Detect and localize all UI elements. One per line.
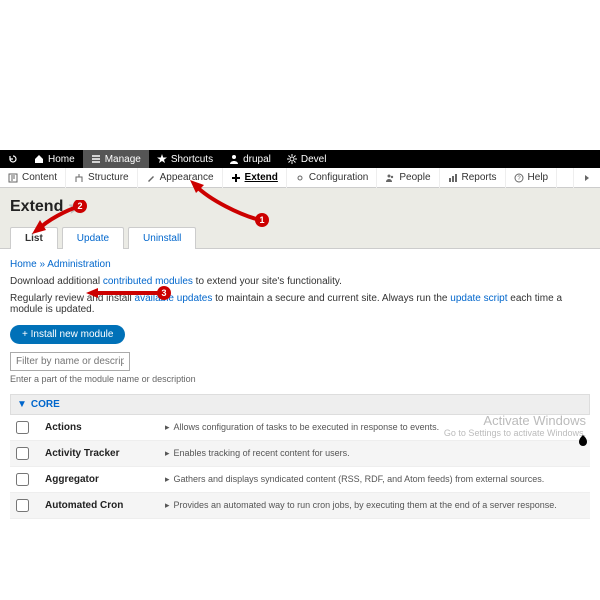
main-content: Home » Administration Download additiona…: [0, 249, 600, 529]
extend-icon: [231, 173, 241, 183]
gear-icon: [287, 154, 297, 164]
desc-2: Regularly review and install available u…: [10, 293, 590, 315]
module-desc: ▸Gathers and displays syndicated content…: [165, 474, 584, 485]
admin-menu: Content Structure Appearance Extend Conf…: [0, 168, 600, 188]
module-desc: ▸Enables tracking of recent content for …: [165, 448, 584, 459]
install-new-module-button[interactable]: + Install new module: [10, 325, 125, 344]
people-icon: [385, 173, 395, 183]
subtab-list[interactable]: List: [10, 227, 58, 249]
help-icon: ?: [514, 173, 524, 183]
tab-help[interactable]: ? Help: [506, 168, 558, 188]
devel-link[interactable]: Devel: [279, 150, 335, 168]
module-name: Aggregator: [45, 474, 155, 485]
module-desc: ▸Provides an automated way to run cron j…: [165, 500, 584, 511]
tab-configuration[interactable]: Configuration: [287, 168, 377, 188]
breadcrumb: Home » Administration: [10, 259, 590, 270]
module-row: Activity Tracker ▸Enables tracking of rec…: [10, 441, 590, 467]
tab-content[interactable]: Content: [0, 168, 66, 188]
contributed-modules-link[interactable]: contributed modules: [103, 276, 193, 287]
windows-watermark: Activate Windows Go to Settings to activ…: [444, 413, 586, 438]
orientation-toggle[interactable]: [573, 168, 600, 188]
tab-appearance[interactable]: Appearance: [138, 168, 223, 188]
reports-icon: [448, 173, 458, 183]
arrow-icon: [582, 173, 592, 183]
home-icon: [34, 154, 44, 164]
module-checkbox[interactable]: [16, 499, 29, 512]
star-icon: [157, 154, 167, 164]
config-icon: [295, 173, 305, 183]
home-link[interactable]: Home: [26, 150, 83, 168]
module-name: Activity Tracker: [45, 448, 155, 459]
user-link[interactable]: drupal: [221, 150, 279, 168]
star-outline-icon[interactable]: [69, 200, 83, 214]
breadcrumb-home[interactable]: Home: [10, 259, 37, 270]
update-script-link[interactable]: update script: [450, 293, 507, 304]
chevron-down-icon: ▼: [17, 399, 27, 410]
manage-toggle[interactable]: Manage: [83, 150, 149, 168]
drupal-icon: [576, 434, 590, 448]
subtab-uninstall[interactable]: Uninstall: [128, 227, 196, 249]
toolbar-black: Home Manage Shortcuts drupal Devel: [0, 150, 600, 168]
appearance-icon: [146, 173, 156, 183]
page-header: Extend List Update Uninstall: [0, 188, 600, 249]
filter-hint: Enter a part of the module name or descr…: [10, 374, 590, 384]
breadcrumb-admin[interactable]: Administration: [47, 259, 110, 270]
module-name: Actions: [45, 422, 155, 433]
structure-icon: [74, 173, 84, 183]
tab-structure[interactable]: Structure: [66, 168, 138, 188]
module-checkbox[interactable]: [16, 421, 29, 434]
desc-1: Download additional contributed modules …: [10, 276, 590, 287]
module-checkbox[interactable]: [16, 447, 29, 460]
filter-input[interactable]: [10, 352, 130, 371]
content-icon: [8, 173, 18, 183]
user-icon: [229, 154, 239, 164]
module-name: Automated Cron: [45, 500, 155, 511]
tab-extend[interactable]: Extend: [223, 168, 287, 188]
module-checkbox[interactable]: [16, 473, 29, 486]
back-button[interactable]: [0, 150, 26, 168]
module-row: Aggregator ▸Gathers and displays syndicat…: [10, 467, 590, 493]
available-updates-link[interactable]: available updates: [135, 293, 213, 304]
tab-people[interactable]: People: [377, 168, 439, 188]
shortcuts-link[interactable]: Shortcuts: [149, 150, 221, 168]
section-core[interactable]: ▼CORE: [10, 394, 590, 415]
menu-icon: [91, 154, 101, 164]
page-title: Extend: [10, 198, 590, 216]
subtabs: List Update Uninstall: [10, 226, 590, 248]
tab-reports[interactable]: Reports: [440, 168, 506, 188]
module-row: Automated Cron ▸Provides an automated way…: [10, 493, 590, 519]
subtab-update[interactable]: Update: [62, 227, 124, 249]
